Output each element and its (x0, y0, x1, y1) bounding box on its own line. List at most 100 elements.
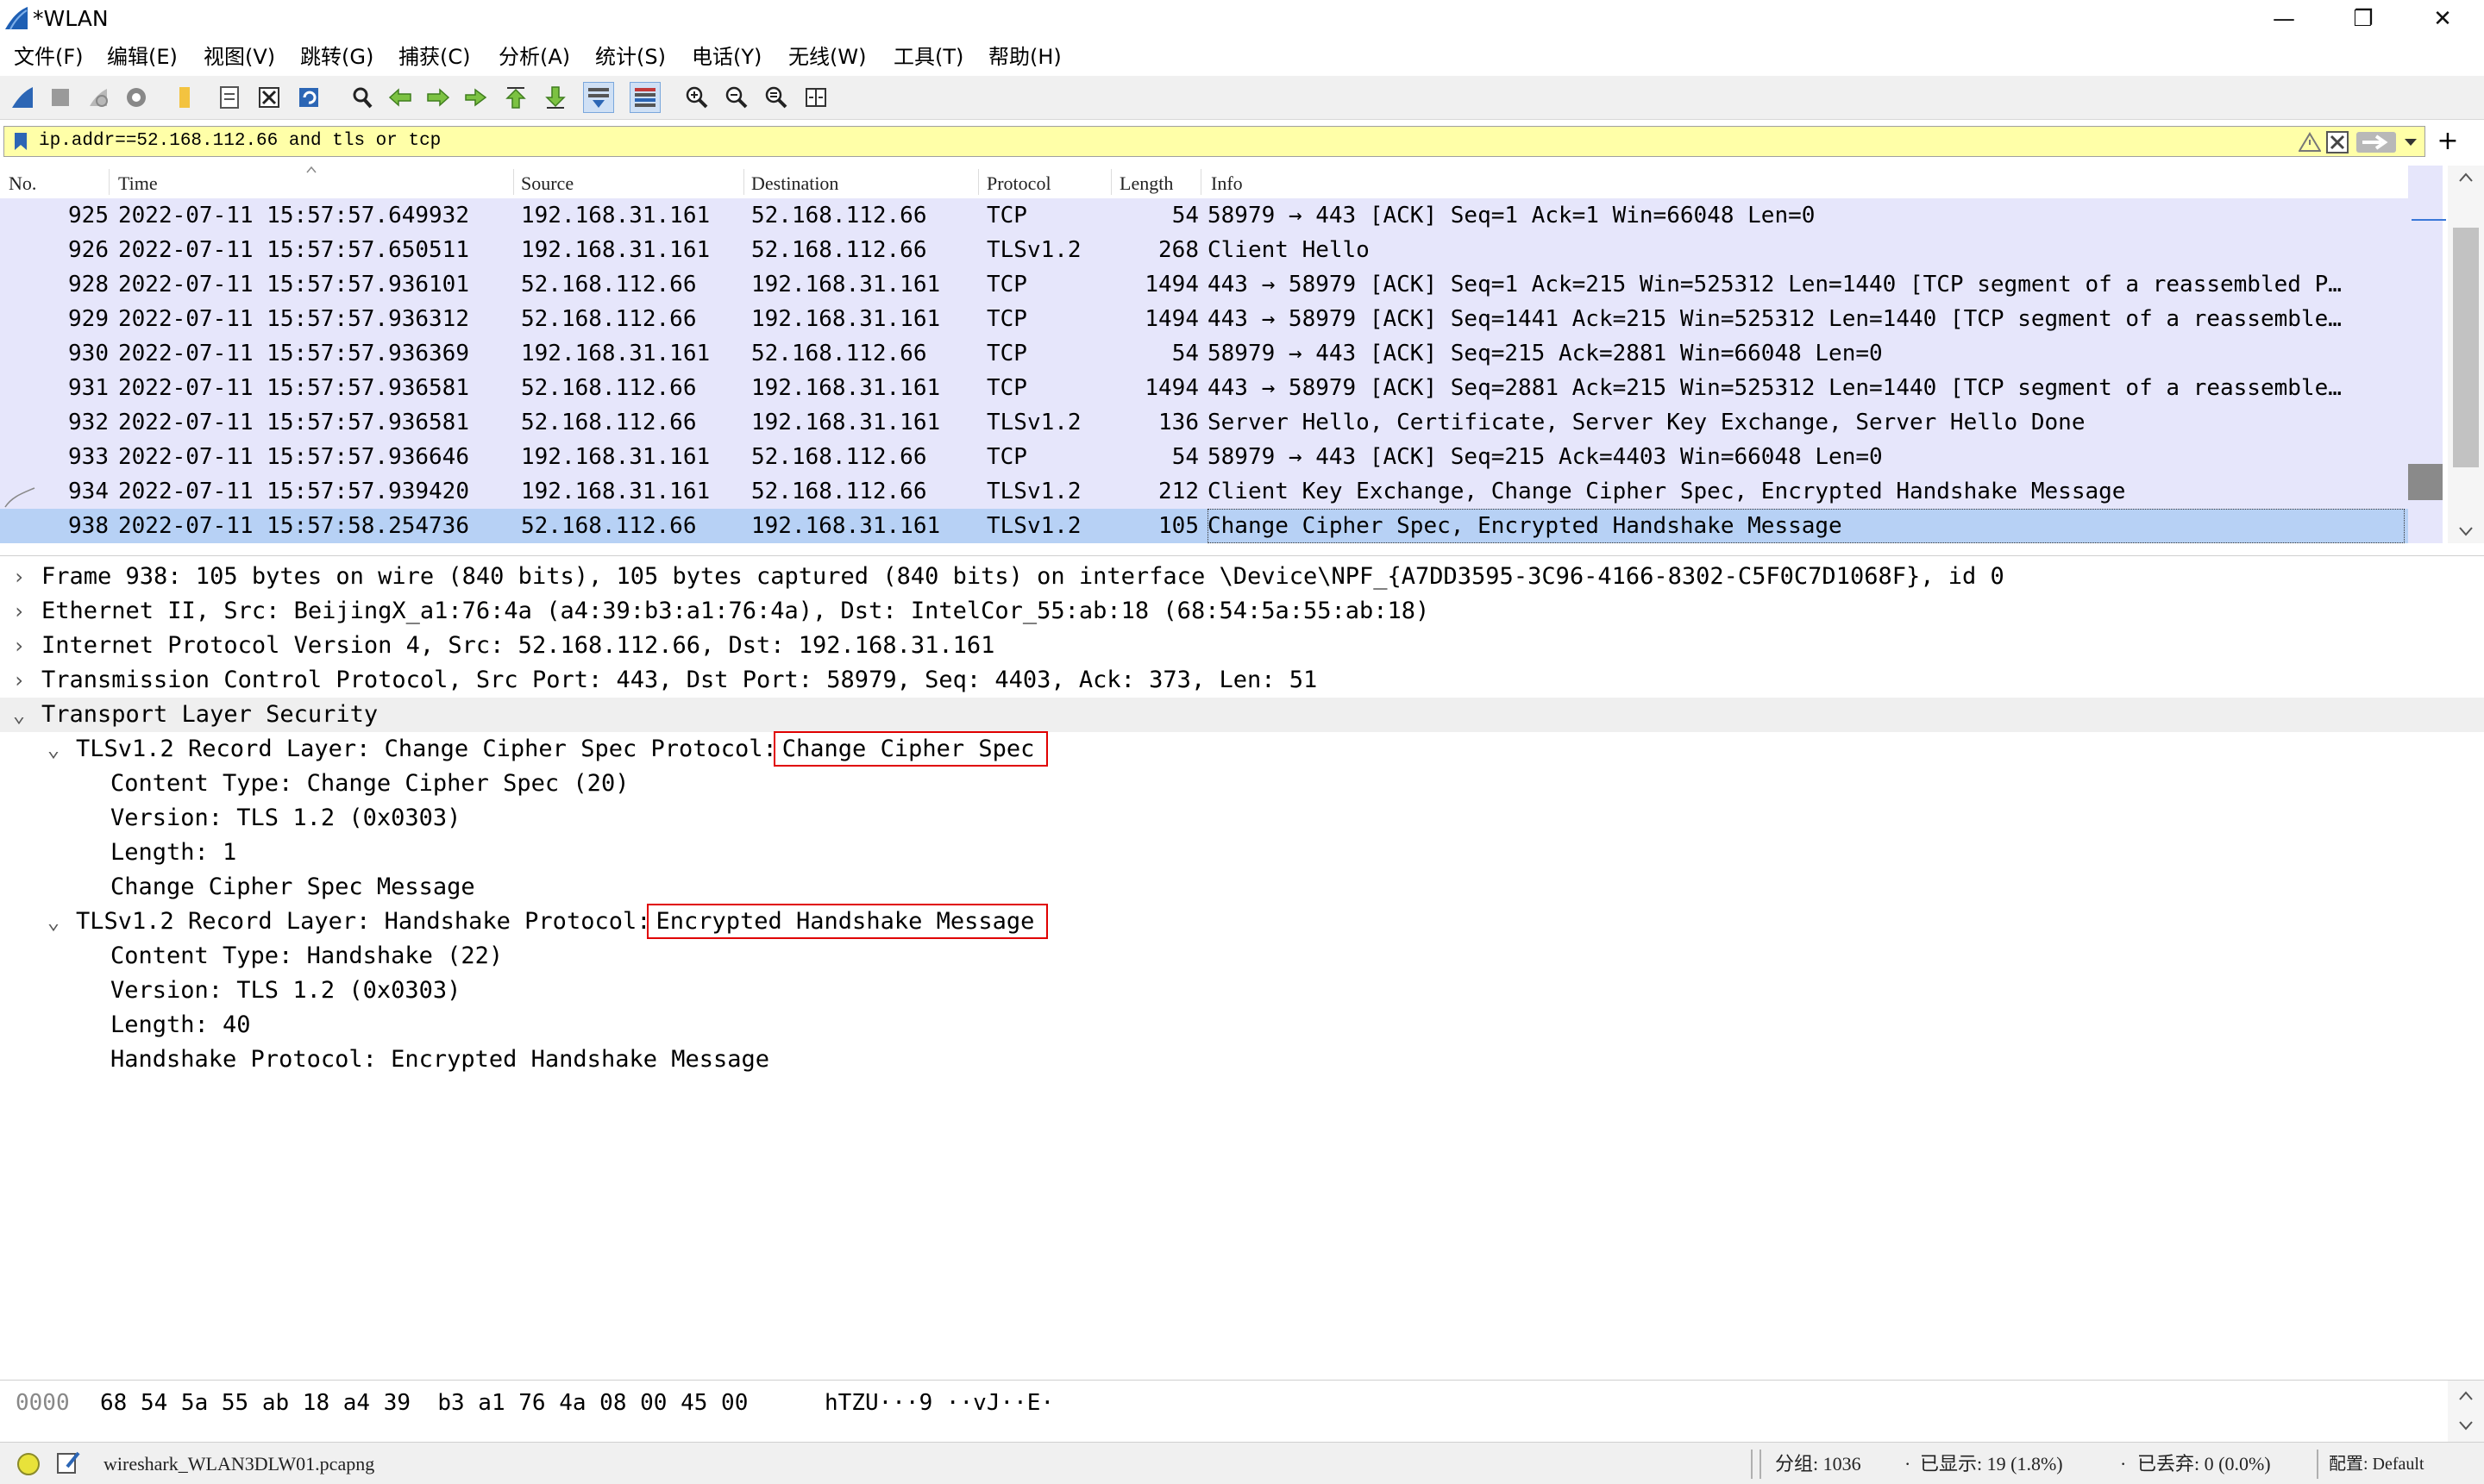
detail-ip[interactable]: › Internet Protocol Version 4, Src: 52.1… (0, 629, 2484, 663)
capture-options-icon[interactable] (121, 82, 152, 113)
chevron-down-icon[interactable]: ⌄ (9, 698, 29, 732)
chevron-down-icon[interactable]: ⌄ (43, 732, 64, 767)
scroll-up-icon[interactable] (2458, 172, 2474, 183)
column-no[interactable]: No. (9, 172, 36, 195)
menu-capture[interactable]: 捕获(C) (398, 43, 470, 71)
packet-row[interactable]: 934 2022-07-11 15:57:57.939420 192.168.31.… (0, 474, 2408, 509)
add-filter-button[interactable]: + (2431, 124, 2465, 159)
menu-edit[interactable]: 编辑(E) (107, 43, 178, 71)
bytes-scrollbar[interactable] (2448, 1381, 2484, 1443)
clear-filter-icon[interactable] (2326, 131, 2349, 153)
scroll-down-icon[interactable] (2458, 526, 2474, 536)
scroll-down-icon[interactable] (2458, 1420, 2474, 1431)
close-button[interactable]: ✕ (2403, 0, 2482, 38)
scroll-up-icon[interactable] (2458, 1391, 2474, 1401)
chevron-right-icon[interactable]: › (9, 594, 29, 629)
go-first-icon[interactable] (500, 82, 531, 113)
minimap-viewport[interactable] (2408, 464, 2443, 500)
open-file-icon[interactable] (169, 82, 200, 113)
profile-label[interactable]: 配置: Default (2329, 1451, 2424, 1477)
display-filter-field[interactable] (3, 126, 2425, 157)
reload-file-icon[interactable] (293, 82, 324, 113)
packet-row[interactable]: 933 2022-07-11 15:57:57.936646 192.168.31.… (0, 440, 2408, 474)
detail-field[interactable]: Handshake Protocol: Encrypted Handshake … (0, 1043, 2484, 1077)
hex-ascii[interactable]: hTZU···9 ··vJ··E· (825, 1387, 1054, 1418)
menu-wireless[interactable]: 无线(W) (788, 43, 866, 71)
packet-row[interactable]: 928 2022-07-11 15:57:57.936101 52.168.112.… (0, 267, 2408, 302)
column-divider[interactable] (743, 169, 744, 195)
detail-tcp[interactable]: › Transmission Control Protocol, Src Por… (0, 663, 2484, 698)
detail-tls-record-handshake[interactable]: ⌄ TLSv1.2 Record Layer: Handshake Protoc… (0, 904, 2484, 939)
stop-capture-icon[interactable] (45, 82, 76, 113)
bookmark-icon[interactable] (11, 131, 30, 152)
shark-fin-start-icon[interactable] (7, 82, 38, 113)
packet-row[interactable]: 925 2022-07-11 15:57:57.649932 192.168.31.… (0, 198, 2408, 233)
column-info[interactable]: Info (1211, 172, 1243, 195)
menu-help[interactable]: 帮助(H) (988, 43, 1062, 71)
menu-view[interactable]: 视图(V) (204, 43, 275, 71)
packet-row-selected[interactable]: 938 2022-07-11 15:57:58.254736 52.168.112.… (0, 509, 2408, 543)
scrollbar-thumb[interactable] (2453, 228, 2479, 467)
detail-field[interactable]: Version: TLS 1.2 (0x0303) (0, 801, 2484, 836)
column-source[interactable]: Source (521, 172, 574, 195)
apply-filter-icon[interactable] (2355, 131, 2397, 153)
go-forward-icon[interactable] (423, 82, 454, 113)
normal-size-icon[interactable] (761, 82, 792, 113)
packet-list-scrollbar[interactable] (2448, 166, 2484, 543)
save-file-icon[interactable] (214, 82, 245, 113)
packet-minimap[interactable] (2408, 166, 2443, 543)
column-destination[interactable]: Destination (751, 172, 838, 195)
go-to-packet-icon[interactable] (461, 82, 492, 113)
zoom-out-icon[interactable] (721, 82, 752, 113)
chevron-down-icon[interactable] (2402, 135, 2419, 149)
packet-row[interactable]: 931 2022-07-11 15:57:57.936581 52.168.112.… (0, 371, 2408, 405)
detail-field[interactable]: Length: 1 (0, 836, 2484, 870)
column-divider[interactable] (513, 169, 514, 195)
chevron-right-icon[interactable]: › (9, 560, 29, 594)
column-divider[interactable] (1111, 169, 1112, 195)
chevron-down-icon[interactable]: ⌄ (43, 905, 64, 939)
column-divider[interactable] (978, 169, 979, 195)
chevron-right-icon[interactable]: › (9, 663, 29, 698)
detail-field[interactable]: Change Cipher Spec Message (0, 870, 2484, 905)
colorize-icon[interactable] (630, 82, 661, 113)
menu-go[interactable]: 跳转(G) (300, 43, 373, 71)
go-back-icon[interactable] (385, 82, 416, 113)
detail-frame[interactable]: › Frame 938: 105 bytes on wire (840 bits… (0, 560, 2484, 594)
related-packet-icon (4, 487, 35, 508)
column-divider[interactable] (109, 169, 110, 195)
column-length[interactable]: Length (1120, 172, 1173, 195)
detail-field[interactable]: Content Type: Handshake (22) (0, 939, 2484, 974)
hex-bytes[interactable]: 68 54 5a 55 ab 18 a4 39 b3 a1 76 4a 08 0… (100, 1387, 748, 1418)
detail-ethernet[interactable]: › Ethernet II, Src: BeijingX_a1:76:4a (a… (0, 594, 2484, 629)
minimize-button[interactable]: — (2244, 0, 2324, 38)
restart-capture-icon[interactable] (83, 82, 114, 113)
packet-row[interactable]: 930 2022-07-11 15:57:57.936369 192.168.31.… (0, 336, 2408, 371)
display-filter-input[interactable] (39, 127, 2281, 156)
menu-telephony[interactable]: 电话(Y) (692, 43, 762, 71)
expert-info-icon[interactable] (16, 1451, 41, 1477)
packet-row[interactable]: 929 2022-07-11 15:57:57.936312 52.168.112.… (0, 302, 2408, 336)
zoom-in-icon[interactable] (681, 82, 712, 113)
detail-field[interactable]: Version: TLS 1.2 (0x0303) (0, 974, 2484, 1008)
detail-field[interactable]: Content Type: Change Cipher Spec (20) (0, 767, 2484, 801)
find-packet-icon[interactable] (347, 82, 378, 113)
menu-file[interactable]: 文件(F) (14, 43, 84, 71)
detail-field[interactable]: Length: 40 (0, 1008, 2484, 1043)
auto-scroll-icon[interactable] (583, 82, 614, 113)
maximize-button[interactable]: ❐ (2324, 0, 2403, 38)
resize-columns-icon[interactable] (800, 82, 831, 113)
go-last-icon[interactable] (540, 82, 571, 113)
menu-statistics[interactable]: 统计(S) (595, 43, 666, 71)
detail-tls[interactable]: ⌄ Transport Layer Security (0, 698, 2484, 732)
menu-tools[interactable]: 工具(T) (894, 43, 963, 71)
column-time[interactable]: Time (118, 172, 158, 195)
packet-row[interactable]: 926 2022-07-11 15:57:57.650511 192.168.31.… (0, 233, 2408, 267)
packet-row[interactable]: 932 2022-07-11 15:57:57.936581 52.168.112.… (0, 405, 2408, 440)
close-file-icon[interactable] (254, 82, 285, 113)
menu-analyze[interactable]: 分析(A) (499, 43, 570, 71)
capture-comment-icon[interactable] (55, 1450, 81, 1475)
column-protocol[interactable]: Protocol (987, 172, 1051, 195)
chevron-right-icon[interactable]: › (9, 629, 29, 663)
detail-tls-record-ccs[interactable]: ⌄ TLSv1.2 Record Layer: Change Cipher Sp… (0, 731, 2484, 767)
